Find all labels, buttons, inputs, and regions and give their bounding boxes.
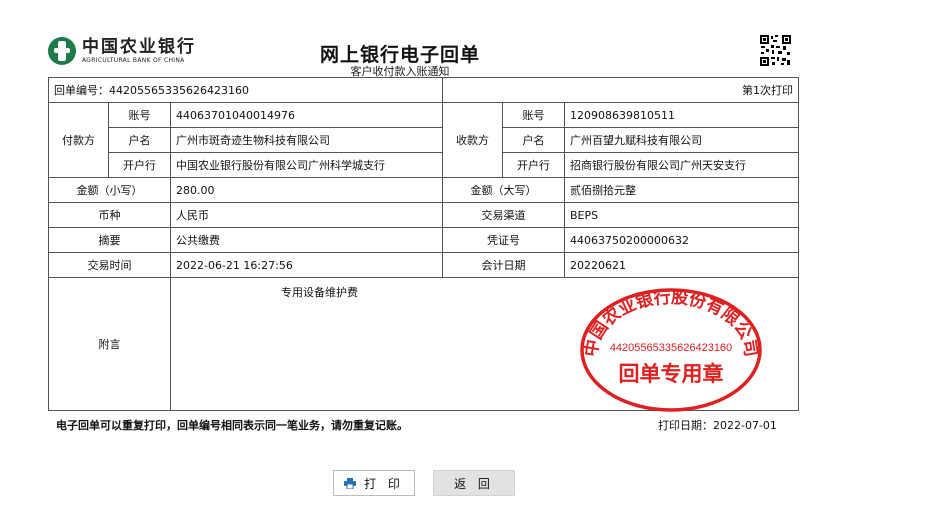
- qr-code-icon: [759, 34, 792, 67]
- note-text: 专用设备维护费: [281, 286, 359, 299]
- receipt-number-label: 回单编号：: [54, 84, 109, 97]
- bank-name-cn: 中国农业银行: [82, 37, 196, 57]
- summary: 公共缴费: [169, 227, 444, 253]
- stamp-number: 44205565335626423160: [610, 342, 732, 354]
- payer-bank-label: 开户行: [108, 152, 171, 178]
- print-button[interactable]: 打 印: [333, 470, 415, 496]
- receipt-number-cell: 回单编号：44205565335626423160: [47, 77, 444, 103]
- payer-bank: 中国农业银行股份有限公司广州科学城支行: [169, 152, 444, 178]
- official-stamp: 中国农业银行股份有限公司 44205565335626423160 回单专用章: [580, 287, 762, 412]
- acct-date-label: 会计日期: [442, 252, 566, 278]
- print-button-label: 打 印: [364, 476, 404, 491]
- payee-name: 广州百望九赋科技有限公司: [564, 127, 800, 153]
- channel-label: 交易渠道: [442, 202, 566, 228]
- printer-icon: [344, 477, 357, 489]
- stamp-purpose: 回单专用章: [619, 362, 724, 386]
- amount-row: 金额（小写） 280.00 金额（大写） 贰佰捌拾元整: [48, 177, 800, 203]
- payee-bank-label: 开户行: [502, 152, 566, 178]
- currency-label: 币种: [48, 202, 171, 228]
- bank-logo: 中国农业银行 AGRICULTURAL BANK OF CHINA: [48, 34, 196, 68]
- payee-section-label: 收款方: [442, 102, 504, 178]
- payer-account: 44063701040014976: [169, 102, 444, 128]
- note-label: 附言: [48, 277, 171, 411]
- bank-logo-icon: [48, 37, 76, 65]
- print-count: 第1次打印: [442, 77, 800, 103]
- currency-row: 币种 人民币 交易渠道 BEPS: [48, 202, 800, 228]
- payee-name-label: 户名: [502, 127, 566, 153]
- receipt-number-row: 回单编号：44205565335626423160 第1次打印: [47, 77, 800, 103]
- currency: 人民币: [169, 202, 444, 228]
- payer-name-label: 户名: [108, 127, 171, 153]
- amount-small: 280.00: [169, 177, 444, 203]
- print-date-value: 2022-07-01: [713, 419, 777, 432]
- payer-section-label: 付款方: [48, 102, 109, 178]
- summary-label: 摘要: [48, 227, 171, 253]
- payer-account-label: 账号: [108, 102, 171, 128]
- amount-small-label: 金额（小写）: [48, 177, 171, 203]
- payee-account: 120908639810511: [564, 102, 800, 128]
- receipt-number: 44205565335626423160: [109, 84, 249, 97]
- payee-account-label: 账号: [502, 102, 566, 128]
- back-button-label: 返 回: [454, 476, 494, 491]
- amount-big-label: 金额（大写）: [442, 177, 566, 203]
- voucher: 44063750200000632: [564, 227, 800, 253]
- account-row: 付款方 账号 44063701040014976 收款方 账号 12090863…: [48, 102, 800, 178]
- bank-name-en: AGRICULTURAL BANK OF CHINA: [82, 57, 185, 64]
- amount-big: 贰佰捌拾元整: [564, 177, 800, 203]
- voucher-label: 凭证号: [442, 227, 566, 253]
- payee-bank: 招商银行股份有限公司广州天安支行: [564, 152, 800, 178]
- footer-note: 电子回单可以重复打印，回单编号相同表示同一笔业务，请勿重复记账。: [56, 419, 408, 432]
- time-label: 交易时间: [48, 252, 171, 278]
- summary-row: 摘要 公共缴费 凭证号 44063750200000632: [48, 227, 800, 253]
- bank-row: 开户行 中国农业银行股份有限公司广州科学城支行 开户行 招商银行股份有限公司广州…: [49, 152, 800, 178]
- name-row: 户名 广州市斑奇迹生物科技有限公司 户名 广州百望九赋科技有限公司: [49, 127, 800, 153]
- print-date-label: 打印日期：: [658, 419, 713, 432]
- print-date: 打印日期：2022-07-01: [658, 417, 777, 433]
- time-row: 交易时间 2022-06-21 16:27:56 会计日期 20220621: [48, 252, 800, 278]
- payer-name: 广州市斑奇迹生物科技有限公司: [169, 127, 444, 153]
- acct-date: 20220621: [564, 252, 800, 278]
- back-button[interactable]: 返 回: [433, 470, 515, 496]
- channel: BEPS: [564, 202, 800, 228]
- transaction-time: 2022-06-21 16:27:56: [169, 252, 444, 278]
